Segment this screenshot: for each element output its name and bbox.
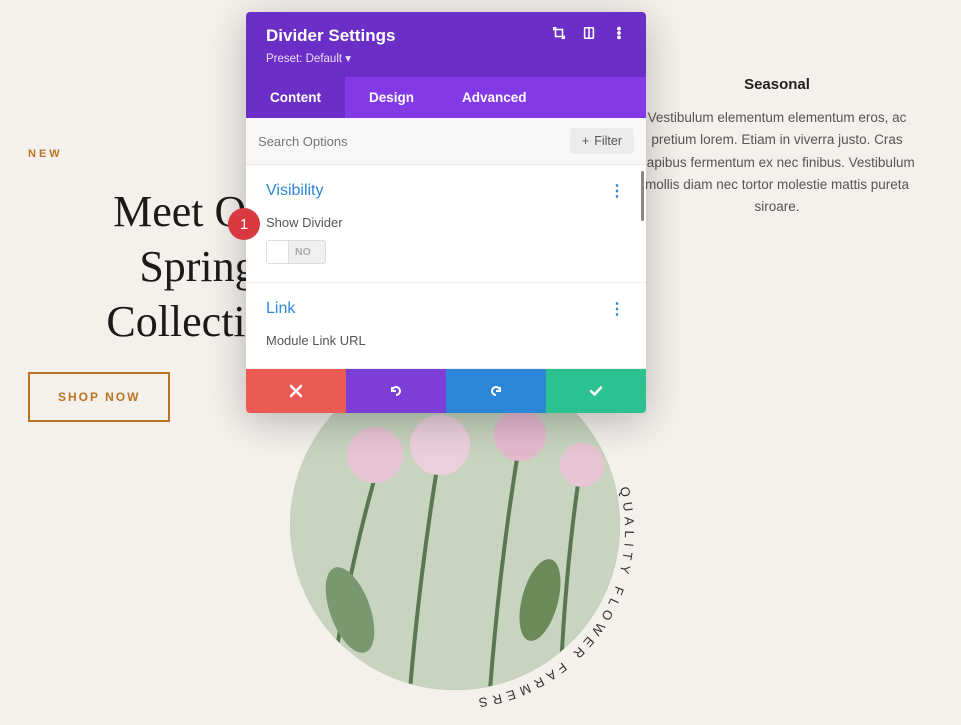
preset-label: Preset: Default [266,53,342,65]
undo-button[interactable] [346,369,446,413]
filter-label: Filter [594,134,622,148]
section-menu-icon[interactable]: ⋮ [609,299,626,319]
link-title[interactable]: Link [266,300,295,318]
kebab-menu-icon[interactable] [612,26,626,40]
divider-settings-modal: Divider Settings Preset: Default ▾ Conte… [246,12,646,413]
preset-dropdown[interactable]: Preset: Default ▾ [266,51,395,65]
show-divider-toggle[interactable]: NO [266,240,326,264]
section-visibility: Visibility ⋮ Show Divider NO [246,165,646,283]
visibility-title[interactable]: Visibility [266,182,324,200]
filter-button[interactable]: + Filter [570,128,634,154]
tab-advanced[interactable]: Advanced [438,77,551,118]
save-button[interactable] [546,369,646,413]
module-link-url-label: Module Link URL [266,333,626,348]
show-divider-label: Show Divider [266,215,626,230]
annotation-badge-1: 1 [228,208,260,240]
shop-now-button[interactable]: SHOP NOW [28,372,170,422]
chevron-down-icon: ▾ [345,53,351,65]
section-link: Link ⋮ Module Link URL [246,283,646,369]
seasonal-body: Vestibulum elementum elementum eros, ac … [627,107,927,218]
modal-title: Divider Settings [266,26,395,46]
label-new: NEW [28,148,63,160]
expand-icon[interactable] [552,26,566,40]
tab-design[interactable]: Design [345,77,438,118]
toggle-value: NO [295,246,311,258]
responsive-icon[interactable] [582,26,596,40]
search-input[interactable] [258,134,570,149]
plus-icon: + [582,134,589,148]
cancel-button[interactable] [246,369,346,413]
tab-content[interactable]: Content [246,77,345,118]
redo-button[interactable] [446,369,546,413]
seasonal-title: Seasonal [627,76,927,93]
section-menu-icon[interactable]: ⋮ [609,181,626,201]
hero-line: Spring [139,242,256,291]
